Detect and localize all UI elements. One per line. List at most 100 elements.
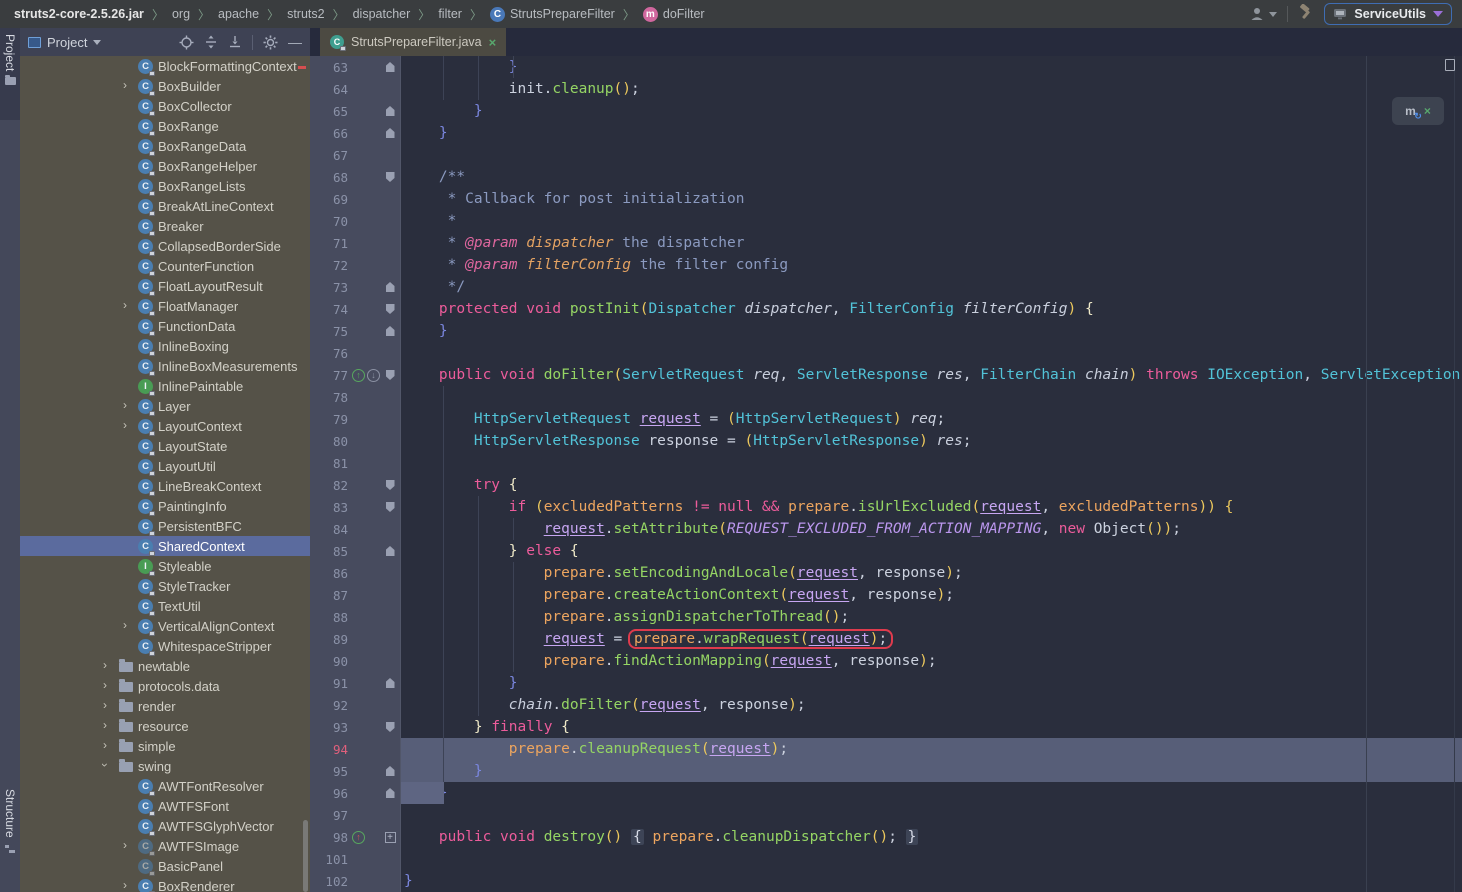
code-text[interactable]: } [400, 100, 1462, 122]
code-text[interactable]: } [400, 122, 1462, 144]
breadcrumb-item[interactable]: dispatcher [349, 7, 415, 21]
gutter[interactable]: 63 [310, 56, 400, 78]
code-text[interactable]: chain.doFilter(request, response); [400, 694, 1462, 716]
breadcrumb-item[interactable]: CStrutsPrepareFilter [486, 7, 619, 22]
tree-item-StyleTracker[interactable]: CStyleTracker [20, 576, 310, 596]
gutter[interactable]: 73 [310, 276, 400, 298]
chevron-collapsed-icon[interactable]: › [120, 618, 130, 632]
tree-item-PersistentBFC[interactable]: CPersistentBFC [20, 516, 310, 536]
tree-item-protocols.data[interactable]: ›protocols.data [20, 676, 310, 696]
expand-all-icon[interactable] [204, 35, 218, 49]
code-text[interactable]: * @param filterConfig the filter config [400, 254, 1462, 276]
code-line-71[interactable]: 71 * @param dispatcher the dispatcher [310, 232, 1462, 254]
code-text[interactable] [400, 144, 1462, 166]
code-line-96[interactable]: 96 } [310, 782, 1462, 804]
chevron-expanded-icon[interactable]: › [98, 760, 112, 770]
fold-marker-icon[interactable] [386, 788, 395, 798]
gutter[interactable]: 81 [310, 452, 400, 474]
line-number[interactable]: 76 [310, 346, 348, 361]
line-number[interactable]: 97 [310, 808, 348, 823]
tree-item-LayoutContext[interactable]: ›CLayoutContext [20, 416, 310, 436]
hide-panel-icon[interactable]: — [288, 37, 302, 47]
tree-item-FunctionData[interactable]: CFunctionData [20, 316, 310, 336]
editor-tab[interactable]: C StrutsPrepareFilter.java × [320, 28, 506, 56]
line-number[interactable]: 94 [310, 742, 348, 757]
code-text[interactable]: * [400, 210, 1462, 232]
code-line-95[interactable]: 95 } [310, 760, 1462, 782]
chevron-collapsed-icon[interactable]: › [120, 298, 130, 312]
code-line-98[interactable]: 98↑+ public void destroy() { prepare.cle… [310, 826, 1462, 848]
code-text[interactable]: public void destroy() { prepare.cleanupD… [400, 826, 1462, 848]
build-hammer-icon[interactable] [1298, 4, 1314, 24]
gutter[interactable]: 70 [310, 210, 400, 232]
chevron-collapsed-icon[interactable]: › [100, 718, 110, 732]
gutter[interactable]: 83 [310, 496, 400, 518]
line-number[interactable]: 92 [310, 698, 348, 713]
line-number[interactable]: 74 [310, 302, 348, 317]
line-number[interactable]: 66 [310, 126, 348, 141]
code-line-64[interactable]: 64 init.cleanup(); [310, 78, 1462, 100]
chevron-collapsed-icon[interactable]: › [100, 738, 110, 752]
fold-marker-icon[interactable] [386, 62, 395, 72]
code-line-74[interactable]: 74 protected void postInit(Dispatcher di… [310, 298, 1462, 320]
tree-item-Layer[interactable]: ›CLayer [20, 396, 310, 416]
tree-item-newtable[interactable]: ›newtable [20, 656, 310, 676]
widget-close-icon[interactable]: × [1424, 104, 1431, 118]
code-text[interactable]: request = prepare.wrapRequest(request); [400, 628, 1462, 650]
code-text[interactable]: * Callback for post initialization [400, 188, 1462, 210]
code-text[interactable]: HttpServletResponse response = (HttpServ… [400, 430, 1462, 452]
code-text[interactable]: } [400, 672, 1462, 694]
code-line-72[interactable]: 72 * @param filterConfig the filter conf… [310, 254, 1462, 276]
code-line-79[interactable]: 79 HttpServletRequest request = (HttpSer… [310, 408, 1462, 430]
code-text[interactable] [400, 342, 1462, 364]
gutter[interactable]: 68 [310, 166, 400, 188]
code-text[interactable]: /** [400, 166, 1462, 188]
overrides-method-icon[interactable]: ↑ [352, 369, 365, 382]
gutter[interactable]: 65 [310, 100, 400, 122]
code-text[interactable]: prepare.createActionContext(request, res… [400, 584, 1462, 606]
code-line-85[interactable]: 85 } else { [310, 540, 1462, 562]
locate-file-icon[interactable] [179, 35, 194, 50]
tree-item-VerticalAlignContext[interactable]: ›CVerticalAlignContext [20, 616, 310, 636]
gutter[interactable]: 72 [310, 254, 400, 276]
tree-item-BasicPanel[interactable]: CBasicPanel [20, 856, 310, 876]
code-text[interactable]: } finally { [400, 716, 1462, 738]
breadcrumb-item[interactable]: struts2 [283, 7, 329, 21]
gutter[interactable]: 77↑↓ [310, 364, 400, 386]
code-line-67[interactable]: 67 [310, 144, 1462, 166]
code-text[interactable]: if (excludedPatterns != null && prepare.… [400, 496, 1462, 518]
gutter[interactable]: 64 [310, 78, 400, 100]
code-line-76[interactable]: 76 [310, 342, 1462, 364]
code-text[interactable]: HttpServletRequest request = (HttpServle… [400, 408, 1462, 430]
chevron-collapsed-icon[interactable]: › [100, 698, 110, 712]
line-number[interactable]: 83 [310, 500, 348, 515]
code-line-82[interactable]: 82 try { [310, 474, 1462, 496]
line-number[interactable]: 80 [310, 434, 348, 449]
tab-close-icon[interactable]: × [489, 35, 497, 50]
line-number[interactable]: 71 [310, 236, 348, 251]
gutter[interactable]: 101 [310, 848, 400, 870]
tree-item-BoxRangeLists[interactable]: CBoxRangeLists [20, 176, 310, 196]
tree-item-BoxRenderer[interactable]: ›CBoxRenderer [20, 876, 310, 892]
line-number[interactable]: 84 [310, 522, 348, 537]
code-line-78[interactable]: 78 [310, 386, 1462, 408]
code-line-92[interactable]: 92 chain.doFilter(request, response); [310, 694, 1462, 716]
tree-item-AWTFSGlyphVector[interactable]: CAWTFSGlyphVector [20, 816, 310, 836]
code-text[interactable]: } [400, 760, 1462, 782]
code-text[interactable]: } else { [400, 540, 1462, 562]
code-text[interactable] [400, 386, 1462, 408]
tree-item-PaintingInfo[interactable]: CPaintingInfo [20, 496, 310, 516]
tree-item-AWTFSImage[interactable]: ›CAWTFSImage [20, 836, 310, 856]
tree-item-BoxRange[interactable]: CBoxRange [20, 116, 310, 136]
breadcrumb-item[interactable]: org [168, 7, 194, 21]
line-number[interactable]: 91 [310, 676, 348, 691]
code-text[interactable]: } [400, 782, 1462, 804]
code-text[interactable]: prepare.findActionMapping(request, respo… [400, 650, 1462, 672]
collapse-all-icon[interactable] [228, 35, 242, 49]
breadcrumb-item[interactable]: struts2-core-2.5.26.jar [10, 7, 148, 21]
code-text[interactable]: } [400, 870, 1462, 892]
gutter[interactable]: 87 [310, 584, 400, 606]
tree-item-Breaker[interactable]: CBreaker [20, 216, 310, 236]
code-text[interactable] [400, 452, 1462, 474]
gutter[interactable]: 76 [310, 342, 400, 364]
